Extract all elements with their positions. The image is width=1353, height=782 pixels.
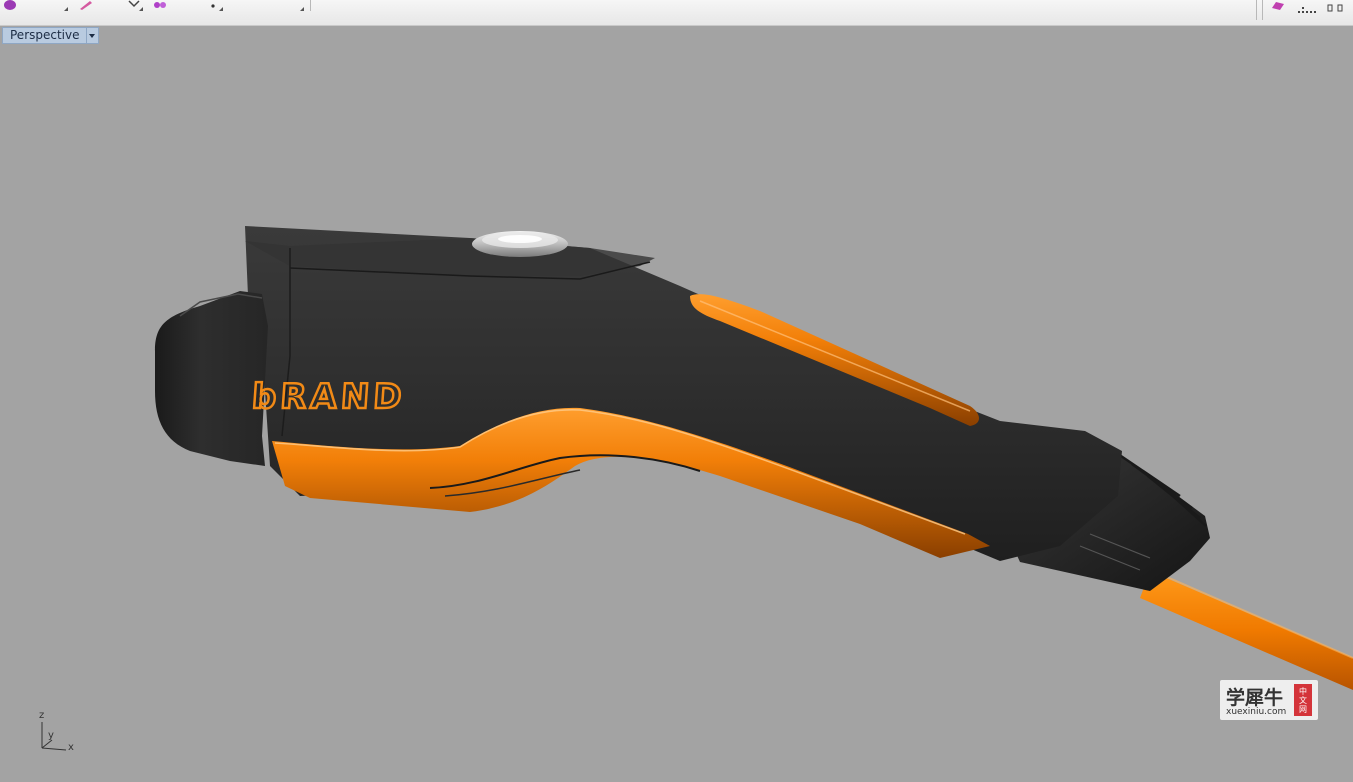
watermark-badge-char: 文: [1299, 695, 1307, 705]
watermark-badge: 中 文 网: [1294, 684, 1312, 716]
axis-label-y: y: [48, 730, 54, 741]
axis-label-z: z: [39, 710, 45, 721]
axis-label-x: x: [68, 742, 74, 753]
toolbar-separator: [1262, 0, 1263, 20]
cable: [1140, 571, 1353, 690]
charger-model-render: bRAND: [155, 226, 1353, 690]
shape-tool-icon[interactable]: [2, 0, 18, 10]
toolbar-flyout-arrow[interactable]: [300, 3, 304, 11]
pen-tool-icon[interactable]: [78, 0, 94, 10]
connector-head: [155, 291, 268, 466]
panel-tool-icon[interactable]: [1326, 0, 1343, 12]
flower-tool-icon[interactable]: [152, 0, 168, 8]
toolbar-flyout-arrow[interactable]: [139, 3, 143, 11]
grid-tool-icon[interactable]: [1298, 0, 1316, 13]
watermark-badge-char: 网: [1299, 704, 1307, 714]
watermark-badge-char: 中: [1299, 686, 1307, 696]
toolbar: [0, 0, 1353, 26]
watermark-name: 学犀牛: [1226, 687, 1284, 709]
axis-triad: z y x: [30, 710, 80, 756]
toolbar-flyout-arrow[interactable]: [219, 3, 223, 11]
perspective-viewport[interactable]: Perspective bRAND z y x: [0, 26, 1353, 782]
watermark: 学犀牛 xuexiniu.com 中 文 网: [1220, 680, 1318, 720]
toolbar-separator: [1256, 0, 1257, 20]
watermark-url: xuexiniu.com: [1226, 707, 1287, 717]
layer-tool-icon[interactable]: [1270, 0, 1286, 10]
toolbar-flyout-arrow[interactable]: [64, 3, 68, 11]
brand-logo: bRAND: [251, 377, 407, 417]
toolbar-separator: [310, 0, 311, 11]
